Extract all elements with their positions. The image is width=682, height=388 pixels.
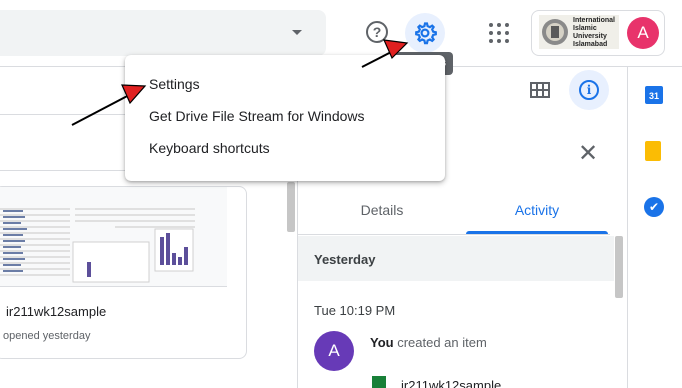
activity-avatar: A: [314, 331, 354, 371]
gear-icon: [415, 22, 437, 45]
left-scrollbar[interactable]: [287, 182, 295, 232]
avatar[interactable]: A: [627, 17, 659, 49]
activity-actor: You: [370, 335, 394, 350]
search-options-caret-icon[interactable]: [292, 30, 302, 35]
file-last-opened: opened yesterday: [3, 330, 91, 342]
activity-item-name[interactable]: ir211wk12sample: [401, 378, 501, 388]
calendar-icon[interactable]: 31: [645, 86, 663, 104]
settings-button[interactable]: [405, 13, 445, 53]
activity-group-label: Yesterday: [314, 252, 376, 267]
menu-item-keyboard-shortcuts[interactable]: Keyboard shortcuts: [149, 140, 270, 156]
menu-item-settings[interactable]: Settings: [149, 76, 200, 92]
info-icon: i: [579, 80, 599, 100]
activity-scrollbar[interactable]: [615, 236, 623, 298]
help-icon[interactable]: ?: [366, 21, 388, 43]
search-bar[interactable]: [0, 10, 326, 56]
side-rail-divider: [627, 66, 628, 388]
settings-menu: Settings Get Drive File Stream for Windo…: [125, 55, 445, 181]
grid-view-icon[interactable]: [530, 82, 550, 98]
tabs-divider: [298, 234, 610, 235]
file-name: ir211wk12sample: [6, 304, 107, 319]
activity-action: created an item: [393, 335, 487, 350]
menu-item-drive-file-stream[interactable]: Get Drive File Stream for Windows: [149, 108, 365, 124]
activity-timestamp: Tue 10:19 PM: [314, 303, 396, 318]
tab-details[interactable]: Details: [298, 202, 466, 218]
drive-window: ? International Islamic University Islam…: [0, 0, 682, 388]
tasks-icon[interactable]: ✔: [644, 197, 664, 217]
apps-grid-icon[interactable]: [488, 22, 510, 44]
google-sheets-icon: [372, 376, 386, 388]
close-icon[interactable]: ✕: [578, 142, 598, 166]
activity-description: You created an item: [370, 335, 487, 350]
keep-icon[interactable]: [645, 141, 661, 161]
file-thumbnail[interactable]: [0, 187, 227, 287]
spreadsheet-preview-icon: [0, 208, 195, 283]
tab-activity[interactable]: Activity: [466, 202, 608, 218]
university-logo-text: International Islamic University Islamab…: [573, 17, 616, 48]
